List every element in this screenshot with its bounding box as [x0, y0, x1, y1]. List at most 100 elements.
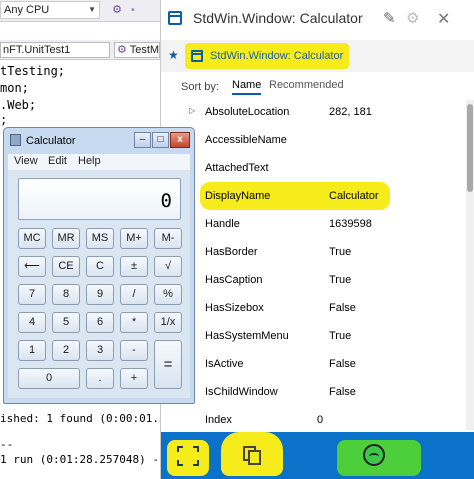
platform-combo[interactable]: Any CPU ▼ — [0, 1, 100, 19]
key-divide[interactable]: / — [120, 284, 148, 305]
key-multiply[interactable]: * — [120, 312, 148, 333]
key-plusminus[interactable]: ± — [120, 256, 148, 277]
property-name: DisplayName — [205, 190, 271, 202]
key-decimal[interactable]: . — [86, 368, 114, 389]
property-name: AccessibleName — [205, 134, 287, 146]
panel-titlebar: StdWin.Window: Calculator ✎ ⚙ ✕ — [161, 0, 474, 38]
key-ce[interactable]: CE — [52, 256, 80, 277]
ide-tab-row: nFT.UnitTest1 ⚙ TestM — [0, 40, 160, 60]
key-mplus[interactable]: M+ — [120, 228, 148, 249]
property-value: False — [329, 358, 356, 370]
key-2[interactable]: 2 — [52, 340, 80, 361]
class-combo[interactable]: nFT.UnitTest1 — [0, 42, 110, 58]
property-name: Index — [205, 414, 232, 426]
property-name: HasSizebox — [205, 302, 264, 314]
property-row[interactable]: ▷ AbsoluteLocation 282, 181 — [161, 98, 467, 126]
code-line: mon; — [0, 81, 29, 95]
sort-tab-recommended[interactable]: Recommended — [269, 79, 344, 91]
platform-combo-label: Any CPU — [4, 4, 50, 16]
property-row[interactable]: Handle 1639598 — [161, 210, 467, 238]
property-value: True — [329, 246, 352, 258]
debug-toolbar-icon[interactable]: ⚙ — [110, 3, 124, 17]
code-line: tTesting; — [0, 64, 66, 78]
key-8[interactable]: 8 — [52, 284, 80, 305]
inspector-panel: StdWin.Window: Calculator ✎ ⚙ ✕ ★ StdWin… — [160, 0, 474, 479]
key-7[interactable]: 7 — [18, 284, 46, 305]
key-9[interactable]: 9 — [86, 284, 114, 305]
property-value: Calculator — [329, 190, 379, 202]
gear-icon[interactable]: ⚙ — [406, 9, 419, 27]
breadcrumb-label: StdWin.Window: Calculator — [210, 50, 344, 62]
toolbar-flag-icon[interactable]: ▪ — [126, 3, 140, 17]
menu-view[interactable]: View — [14, 155, 38, 167]
highlight-element-icon[interactable] — [363, 444, 385, 466]
pencil-icon[interactable]: ✎ — [383, 9, 396, 27]
close-button[interactable]: x — [170, 132, 190, 148]
key-mr[interactable]: MR — [52, 228, 80, 249]
property-row[interactable]: AttachedText — [161, 154, 467, 182]
property-name: IsChildWindow — [205, 386, 278, 398]
key-mminus[interactable]: M- — [154, 228, 182, 249]
maximize-button[interactable]: □ — [152, 132, 169, 148]
member-combo[interactable]: ⚙ TestM — [114, 42, 160, 58]
property-row[interactable]: HasBorder True — [161, 238, 467, 266]
output-line: ished: 1 found (0:00:01.31 — [0, 412, 173, 425]
star-icon[interactable]: ★ — [168, 48, 179, 62]
key-1[interactable]: 1 — [18, 340, 46, 361]
calculator-body: 0 MC MR MS M+ M- ⟵ CE C ± √ 7 8 9 / % 4 … — [8, 170, 190, 398]
menu-help[interactable]: Help — [78, 155, 101, 167]
copy-icon[interactable] — [243, 446, 263, 466]
property-row[interactable]: HasSystemMenu True — [161, 322, 467, 350]
key-reciprocal[interactable]: 1/x — [154, 312, 182, 333]
property-value: False — [329, 302, 356, 314]
key-4[interactable]: 4 — [18, 312, 46, 333]
property-row[interactable]: DisplayName Calculator — [161, 182, 467, 210]
property-name: AttachedText — [205, 162, 269, 174]
key-mc[interactable]: MC — [18, 228, 46, 249]
window-icon — [191, 50, 203, 62]
key-3[interactable]: 3 — [86, 340, 114, 361]
key-backspace[interactable]: ⟵ — [18, 256, 46, 277]
sort-tab-name[interactable]: Name — [232, 79, 262, 95]
scrollbar-thumb[interactable] — [467, 104, 473, 192]
property-row[interactable]: IsChildWindow False — [161, 378, 467, 406]
key-minus[interactable]: - — [120, 340, 148, 361]
display-value: 0 — [160, 190, 172, 212]
key-6[interactable]: 6 — [86, 312, 114, 333]
calculator-menubar: View Edit Help — [8, 154, 190, 170]
key-sqrt[interactable]: √ — [154, 256, 182, 277]
output-line: -- — [0, 438, 14, 451]
scrollbar[interactable] — [466, 100, 474, 430]
key-percent[interactable]: % — [154, 284, 182, 305]
ide-toolbar: Any CPU ▼ ⚙ ▪ — [0, 0, 160, 22]
class-combo-label: nFT.UnitTest1 — [3, 44, 71, 56]
property-row[interactable]: Index 0 — [161, 406, 467, 434]
expand-arrow-icon[interactable]: ▷ — [189, 106, 195, 115]
sort-label: Sort by: — [181, 81, 219, 93]
property-name: Handle — [205, 218, 240, 230]
key-c[interactable]: C — [86, 256, 114, 277]
window-icon — [168, 11, 182, 25]
code-line: ; — [0, 113, 8, 127]
property-row[interactable]: HasCaption True — [161, 266, 467, 294]
key-ms[interactable]: MS — [86, 228, 114, 249]
property-value: True — [329, 330, 352, 342]
key-0[interactable]: 0 — [18, 368, 80, 389]
key-plus[interactable]: + — [120, 368, 148, 389]
key-equals[interactable]: = — [154, 340, 182, 389]
calculator-title: Calculator — [26, 135, 76, 147]
property-value: 282, 181 — [329, 106, 372, 118]
property-row[interactable]: AccessibleName — [161, 126, 467, 154]
output-line: 1 run (0:01:28.257048) - — [0, 453, 159, 466]
property-row[interactable]: HasSizebox False — [161, 294, 467, 322]
key-5[interactable]: 5 — [52, 312, 80, 333]
minimize-button[interactable]: – — [134, 132, 151, 148]
property-name: HasSystemMenu — [205, 330, 289, 342]
close-icon[interactable]: ✕ — [437, 9, 450, 29]
property-row[interactable]: IsActive False — [161, 350, 467, 378]
breadcrumb[interactable]: StdWin.Window: Calculator — [185, 43, 349, 69]
menu-edit[interactable]: Edit — [48, 155, 67, 167]
calculator-display: 0 — [18, 178, 181, 220]
focus-frame-icon[interactable] — [177, 446, 199, 466]
member-icon: ⚙ — [117, 44, 130, 56]
